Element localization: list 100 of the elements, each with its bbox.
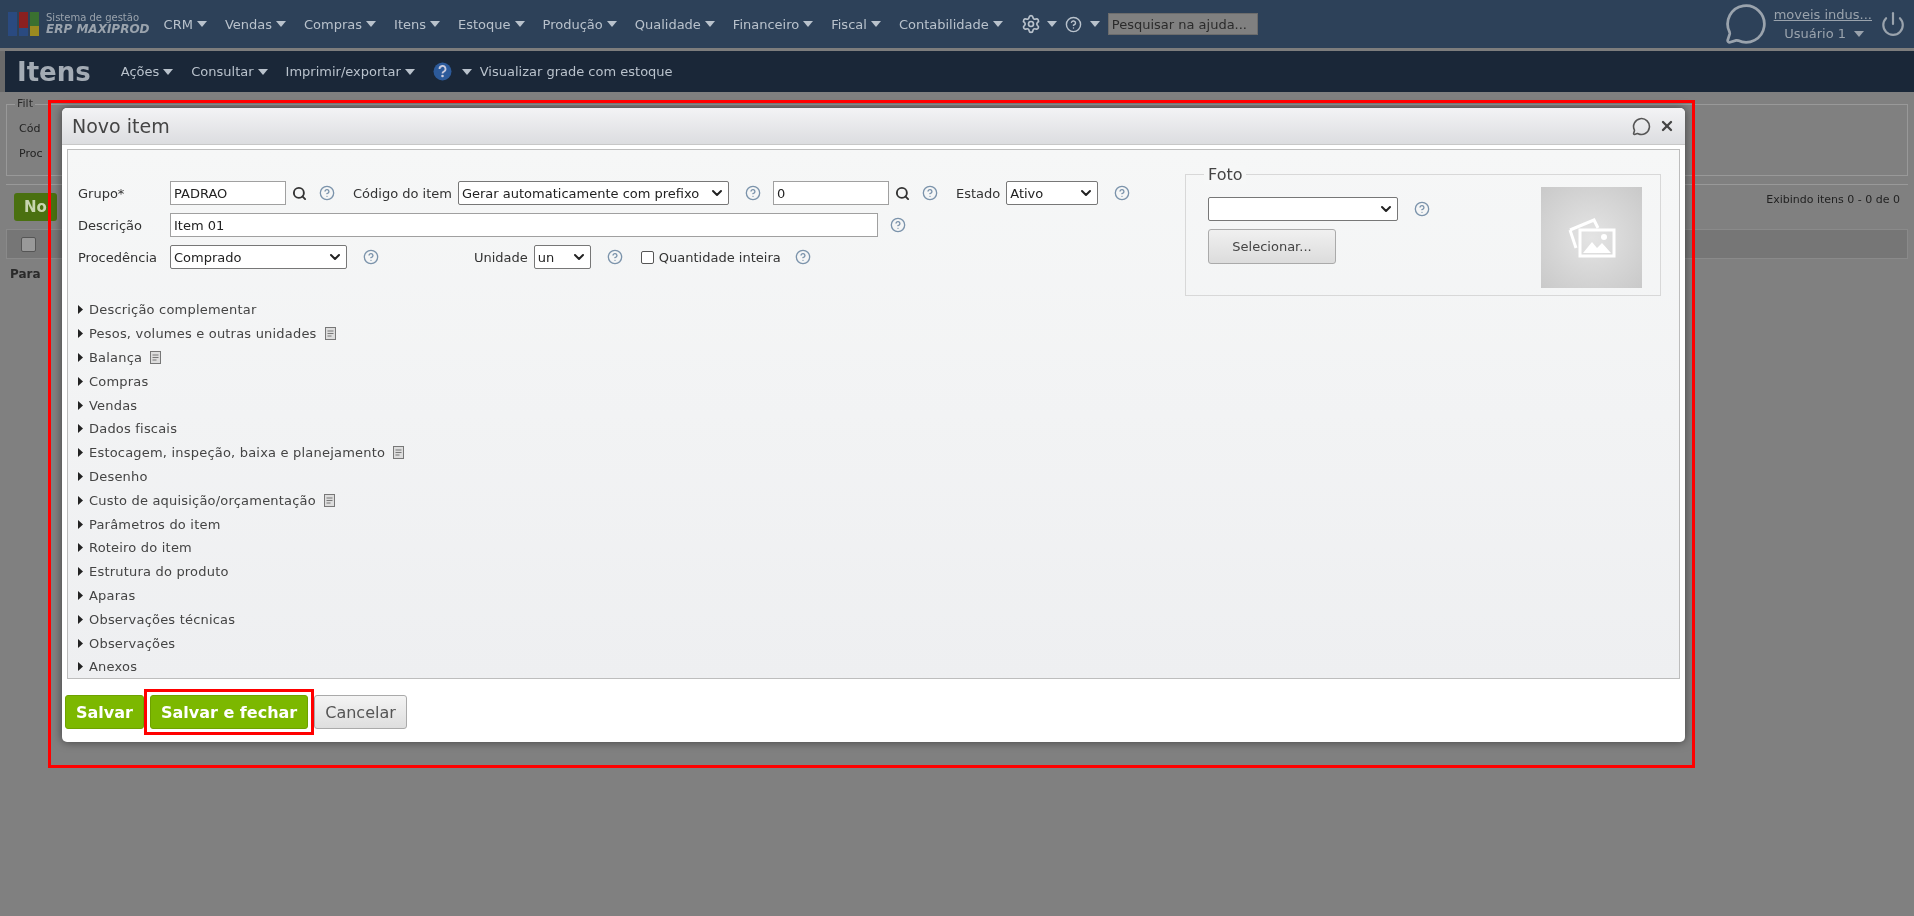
checkbox[interactable] [640, 250, 654, 264]
input-field[interactable]: PADRAO [170, 181, 286, 205]
expand-icon [78, 567, 83, 577]
caret-icon [992, 21, 1003, 27]
note-icon [150, 351, 162, 364]
expand-icon [78, 448, 83, 458]
select-button[interactable]: Selecionar... [1208, 229, 1336, 264]
menu-item[interactable]: Qualidade [634, 16, 701, 32]
section-label[interactable]: Observações [89, 635, 176, 651]
note-icon [324, 327, 336, 341]
search-field[interactable]: Pesquisar na ajuda... [1107, 13, 1258, 35]
search-icon[interactable] [894, 185, 910, 201]
section-label[interactable]: Dados fiscais [89, 421, 178, 437]
checkbox[interactable] [21, 236, 36, 252]
menu-item[interactable]: Itens [394, 16, 426, 32]
dialog-title: Novo item [72, 115, 171, 137]
field-label: Descrição [78, 217, 143, 233]
logo-icon [8, 10, 40, 38]
caret-icon [461, 68, 472, 75]
caret-icon [404, 68, 415, 75]
caret-icon [1854, 30, 1864, 37]
power-icon[interactable] [1880, 11, 1906, 37]
menu-item[interactable]: Vendas [224, 16, 272, 32]
caret-icon [196, 21, 207, 27]
caret-icon [803, 21, 814, 27]
section-label[interactable]: Observações técnicas [89, 611, 236, 627]
expand-icon [78, 305, 83, 315]
menu-item[interactable]: Financeiro [732, 16, 800, 32]
filter-legend[interactable]: Filt [15, 97, 35, 110]
expand-icon [78, 590, 83, 600]
section-label[interactable]: Estocagem, inspeção, baixa e planejamento [89, 445, 386, 461]
section-label[interactable]: Anexos [89, 659, 138, 675]
menu-item[interactable]: Produção [542, 16, 603, 32]
note-icon [323, 493, 335, 507]
comment-icon[interactable] [1632, 116, 1651, 136]
field-label: Unidade [474, 249, 528, 265]
caret-icon [606, 21, 617, 27]
settings-icon[interactable] [1020, 14, 1041, 34]
dropdown[interactable]: un [533, 245, 591, 269]
dropdown[interactable] [1208, 197, 1398, 221]
expand-icon [78, 495, 83, 505]
help-icon[interactable] [1064, 15, 1082, 33]
expand-icon [78, 638, 83, 648]
expand-icon [78, 376, 83, 386]
caret-icon [1046, 21, 1057, 27]
section-label[interactable]: Estrutura do produto [89, 564, 229, 580]
checkbox-label: Quantidade inteira [658, 249, 781, 265]
caret-icon [276, 21, 286, 27]
dropdown[interactable]: Comprado [170, 245, 347, 269]
help-icon[interactable] [432, 62, 452, 81]
section-label[interactable]: Descrição complementar [89, 302, 257, 318]
result-count: Exibindo itens 0 - 0 de 0 [1766, 193, 1900, 206]
field-label: Código do item [353, 185, 452, 201]
section-label[interactable]: Compras [89, 373, 149, 389]
input-field[interactable]: Item 01 [170, 213, 878, 237]
section-label[interactable]: Pesos, volumes e outras unidades [89, 326, 317, 342]
close-icon[interactable] [1659, 118, 1675, 134]
caret-icon [1089, 21, 1100, 27]
section-label[interactable]: Desenho [89, 468, 148, 484]
company-link[interactable]: moveis indus... [1773, 7, 1872, 22]
logo-subtitle: Sistema de gestão [46, 11, 139, 23]
caret-icon [870, 21, 881, 27]
table-cell: Para [10, 267, 41, 281]
menu-item[interactable]: Consultar [191, 64, 254, 79]
search-icon[interactable] [292, 185, 307, 201]
section-label[interactable]: Balança [89, 350, 143, 365]
filter-label: Cód [19, 122, 41, 135]
caret-icon [257, 68, 268, 75]
chat-icon[interactable] [1723, 2, 1768, 46]
filter-label: Proc [19, 147, 43, 160]
dropdown[interactable]: Ativo [1006, 181, 1099, 205]
action-button[interactable]: Cancelar [314, 695, 407, 729]
expand-icon [78, 353, 83, 362]
caret-icon [430, 21, 440, 27]
menu-item[interactable]: Estoque [458, 16, 511, 32]
section-label[interactable]: Roteiro do item [89, 540, 192, 556]
expand-icon [78, 400, 83, 410]
caret-icon [704, 21, 715, 27]
section-label[interactable]: Aparas [89, 587, 136, 603]
section-label[interactable]: Parâmetros do item [89, 516, 221, 532]
expand-icon [78, 424, 83, 434]
input-field[interactable]: 0 [772, 181, 889, 205]
section-label[interactable]: Vendas [89, 397, 138, 413]
field-label: Estado [955, 185, 1001, 201]
grid-link[interactable]: Visualizar grade com estoque [479, 64, 673, 79]
user-name[interactable]: Usuário 1 [1784, 26, 1846, 41]
menu-item[interactable]: Ações [120, 64, 160, 79]
menu-item[interactable]: Fiscal [831, 16, 867, 32]
expand-icon [78, 519, 83, 529]
menu-item[interactable]: Imprimir/exportar [285, 64, 401, 79]
menu-item[interactable]: Compras [304, 16, 363, 32]
menu-item[interactable]: CRM [163, 16, 193, 32]
field-label: Grupo* [78, 185, 126, 201]
new-button[interactable]: No [14, 193, 57, 221]
expand-icon [78, 662, 83, 672]
section-label[interactable]: Custo de aquisição/orçamentação [89, 492, 316, 508]
expand-icon [78, 329, 83, 339]
dropdown[interactable]: Gerar automaticamente com prefixo [457, 181, 729, 205]
menu-item[interactable]: Contabilidade [898, 16, 989, 32]
expand-icon [78, 543, 83, 553]
